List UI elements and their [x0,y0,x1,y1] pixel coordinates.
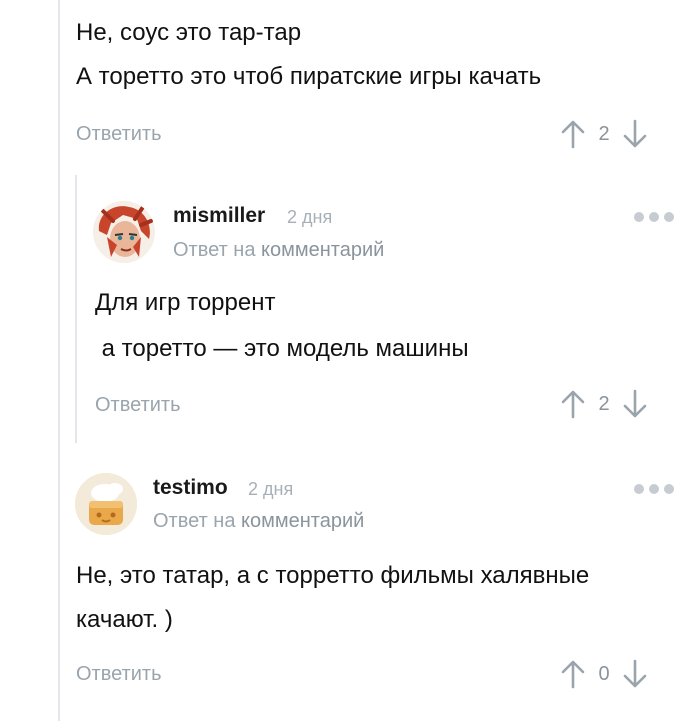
vote-controls: 0 [560,657,648,691]
username[interactable]: mismiller [173,203,265,229]
arrow-down-icon[interactable] [622,659,648,689]
reply-to-line: Ответ на комментарий [173,237,384,263]
reply-to-link[interactable]: комментарий [261,239,384,261]
vote-controls: 2 [560,117,648,151]
thread-line-outer [58,0,60,721]
reply-to-line: Ответ на комментарий [153,508,364,534]
more-dots-icon[interactable] [634,210,674,224]
vote-controls: 2 [560,387,648,421]
reply-button[interactable]: Ответить [95,393,181,417]
comment-text-line: Не, соус это тар-тар [76,19,302,46]
thread-line-nested [75,175,77,443]
vote-count: 2 [598,392,610,415]
vote-count: 2 [598,122,610,145]
comment-text-line: Для игр торрент [95,289,276,316]
reply-to-link[interactable]: комментарий [241,510,364,532]
avatar[interactable] [75,473,137,535]
avatar[interactable] [93,201,155,263]
reply-button[interactable]: Ответить [76,122,162,146]
comment-time: 2 дня [287,207,333,227]
reply-to-prefix: Ответ на [153,510,236,532]
arrow-up-icon[interactable] [560,389,586,419]
comment-text-line: а торетто — это модель машины [95,335,469,362]
reply-button[interactable]: Ответить [76,662,162,686]
reply-to-prefix: Ответ на [173,239,256,261]
avatar-image [75,473,137,535]
username[interactable]: testimo [153,475,228,501]
arrow-down-icon[interactable] [622,119,648,149]
comment-time: 2 дня [248,479,294,499]
arrow-up-icon[interactable] [560,659,586,689]
arrow-down-icon[interactable] [622,389,648,419]
vote-count: 0 [598,662,610,685]
more-dots-icon[interactable] [634,482,674,496]
comment-text-line: А торетто это чтоб пиратские игры качать [76,63,542,90]
arrow-up-icon[interactable] [560,119,586,149]
avatar-image [93,201,155,263]
comment-text-line: Не, это татар, а с торретто фильмы халяв… [76,562,590,589]
comment-text-line: качают. ) [76,606,173,633]
